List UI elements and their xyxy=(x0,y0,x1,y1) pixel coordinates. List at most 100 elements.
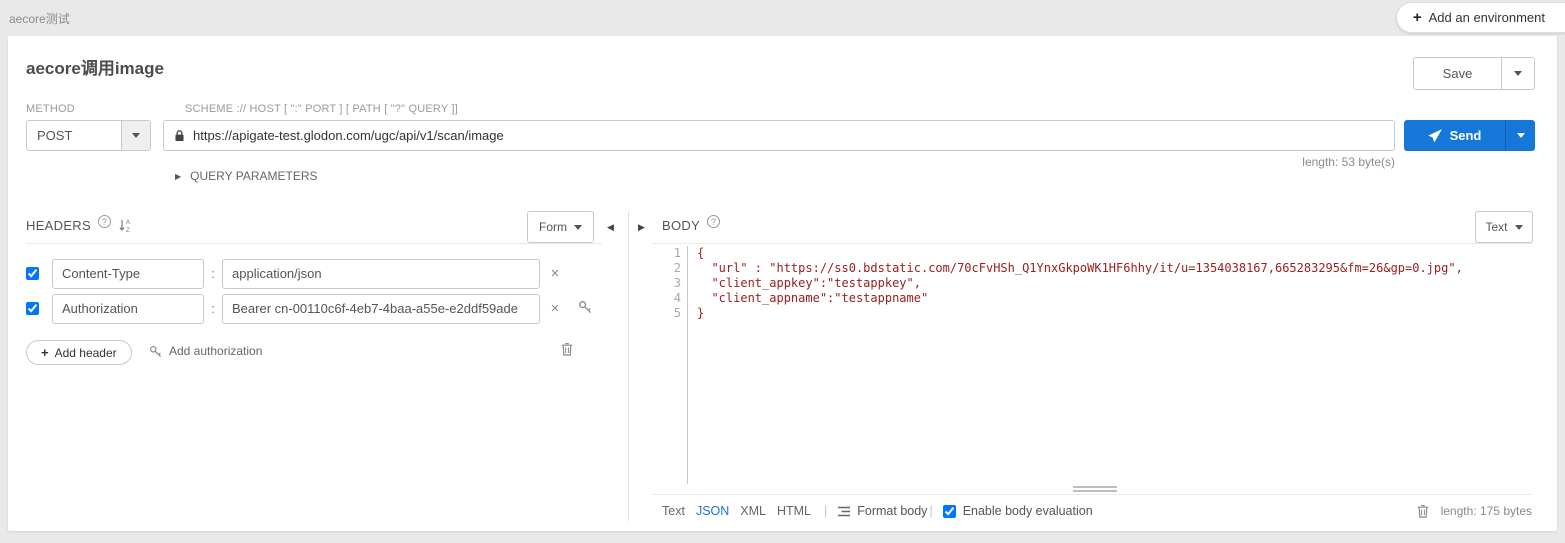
code-line: 1 { xyxy=(658,246,1532,261)
save-button[interactable]: Save xyxy=(1413,57,1535,90)
header-enabled-checkbox[interactable] xyxy=(26,302,39,315)
headers-section-title: HEADERS ? A Z xyxy=(26,218,132,233)
help-icon[interactable]: ? xyxy=(98,215,111,228)
svg-text:Z: Z xyxy=(126,228,130,233)
tab-html[interactable]: HTML xyxy=(777,504,811,518)
code-text: "client_appkey":"testappkey", xyxy=(688,276,921,291)
code-text: "url" : "https://ss0.bdstatic.com/70cFvH… xyxy=(688,261,1463,276)
caret-down-icon xyxy=(574,225,582,230)
panel-divider[interactable] xyxy=(628,211,629,521)
delete-body-icon[interactable] xyxy=(1417,504,1429,518)
disclosure-triangle-icon: ▶ xyxy=(175,172,181,181)
editor-empty-area[interactable] xyxy=(658,321,1532,484)
workspace-title: aecore测试 xyxy=(9,10,70,27)
code-text: } xyxy=(688,306,704,321)
tab-json[interactable]: JSON xyxy=(696,504,729,518)
header-name-input[interactable] xyxy=(52,259,204,289)
enable-body-evaluation-checkbox[interactable] xyxy=(943,505,956,518)
enable-body-evaluation-toggle[interactable]: Enable body evaluation xyxy=(943,504,1093,518)
line-number: 2 xyxy=(658,261,688,276)
tab-text[interactable]: Text xyxy=(662,504,685,518)
key-icon[interactable] xyxy=(570,300,600,317)
sort-headers-icon[interactable]: A Z xyxy=(118,218,132,233)
line-number: 1 xyxy=(658,246,688,261)
method-select[interactable]: POST xyxy=(26,120,151,151)
body-type-button[interactable]: Text xyxy=(1475,211,1533,243)
format-body-button[interactable]: Format body xyxy=(837,504,927,518)
header-value-input[interactable] xyxy=(222,294,540,324)
code-line: 2 "url" : "https://ss0.bdstatic.com/70cF… xyxy=(658,261,1532,276)
send-button[interactable]: Send xyxy=(1404,120,1535,151)
query-parameters-label: QUERY PARAMETERS xyxy=(190,169,317,183)
editor-resize-handle[interactable] xyxy=(1073,486,1117,494)
body-type-label: Text xyxy=(1485,220,1507,234)
body-footer-divider xyxy=(652,494,1532,495)
colon-separator: : xyxy=(204,266,222,281)
send-dropdown-button[interactable] xyxy=(1505,120,1535,151)
method-label: METHOD xyxy=(26,103,75,115)
add-header-label: Add header xyxy=(55,346,117,360)
add-authorization-label: Add authorization xyxy=(169,344,262,358)
url-input[interactable] xyxy=(193,128,1384,143)
code-line: 3 "client_appkey":"testappkey", xyxy=(658,276,1532,291)
header-enabled-checkbox[interactable] xyxy=(26,267,39,280)
delete-headers-icon[interactable] xyxy=(552,342,582,359)
headers-mode-label: Form xyxy=(539,220,567,234)
header-name-input[interactable] xyxy=(52,294,204,324)
request-title: aecore调用image xyxy=(26,54,164,79)
add-header-button[interactable]: + Add header xyxy=(26,340,132,365)
collapse-right-panel-icon[interactable]: ▶ xyxy=(638,222,645,233)
add-authorization-button[interactable]: Add authorization xyxy=(149,344,262,358)
url-field-wrap[interactable] xyxy=(163,120,1395,151)
body-section-title: BODY ? xyxy=(662,218,720,233)
lock-icon xyxy=(174,129,185,142)
send-plane-icon xyxy=(1428,129,1442,143)
method-value[interactable]: POST xyxy=(27,121,121,150)
header-row-content-type: : × xyxy=(26,258,570,289)
caret-down-icon xyxy=(132,133,140,138)
code-line: 4 "client_appname":"testappname" xyxy=(658,291,1532,306)
add-environment-label: Add an environment xyxy=(1429,10,1545,25)
code-text: { xyxy=(688,246,704,261)
body-divider xyxy=(652,243,1532,244)
request-card: aecore调用image Save METHOD SCHEME :// HOS… xyxy=(8,36,1557,531)
tab-xml[interactable]: XML xyxy=(740,504,766,518)
help-icon[interactable]: ? xyxy=(707,215,720,228)
caret-down-icon xyxy=(1517,133,1525,138)
plus-icon: + xyxy=(1413,9,1422,26)
header-value-input[interactable] xyxy=(222,259,540,289)
url-length: length: 53 byte(s) xyxy=(1302,155,1395,169)
send-button-label: Send xyxy=(1450,128,1482,143)
separator: | xyxy=(929,504,932,518)
query-parameters-toggle[interactable]: ▶ QUERY PARAMETERS xyxy=(175,169,318,183)
svg-text:A: A xyxy=(126,220,130,226)
format-body-label: Format body xyxy=(857,504,927,518)
add-environment-button[interactable]: + Add an environment xyxy=(1396,2,1565,33)
line-number: 3 xyxy=(658,276,688,291)
line-number: 4 xyxy=(658,291,688,306)
key-icon xyxy=(149,345,162,358)
caret-down-icon xyxy=(1514,71,1522,76)
save-dropdown-button[interactable] xyxy=(1501,58,1534,89)
method-dropdown-button[interactable] xyxy=(121,121,150,150)
code-text: "client_appname":"testappname" xyxy=(688,291,928,306)
plus-icon: + xyxy=(41,345,49,360)
remove-header-icon[interactable]: × xyxy=(540,265,570,282)
caret-down-icon xyxy=(1515,225,1523,230)
body-title-text: BODY xyxy=(662,218,700,233)
body-length: length: 175 bytes xyxy=(1441,504,1532,518)
headers-divider xyxy=(26,243,602,244)
colon-separator: : xyxy=(204,301,222,316)
headers-title-text: HEADERS xyxy=(26,218,91,233)
format-body-icon xyxy=(837,505,851,518)
header-row-authorization: : × xyxy=(26,293,600,324)
separator: | xyxy=(824,504,827,518)
top-bar: aecore测试 + Add an environment xyxy=(0,0,1565,36)
code-line: 5 } xyxy=(658,306,1532,321)
collapse-left-panel-icon[interactable]: ◀ xyxy=(607,222,614,233)
remove-header-icon[interactable]: × xyxy=(540,300,570,317)
enable-body-evaluation-label: Enable body evaluation xyxy=(963,504,1093,518)
save-button-label[interactable]: Save xyxy=(1414,58,1501,89)
headers-mode-button[interactable]: Form xyxy=(527,211,594,243)
body-editor[interactable]: 1 { 2 "url" : "https://ss0.bdstatic.com/… xyxy=(658,246,1532,484)
